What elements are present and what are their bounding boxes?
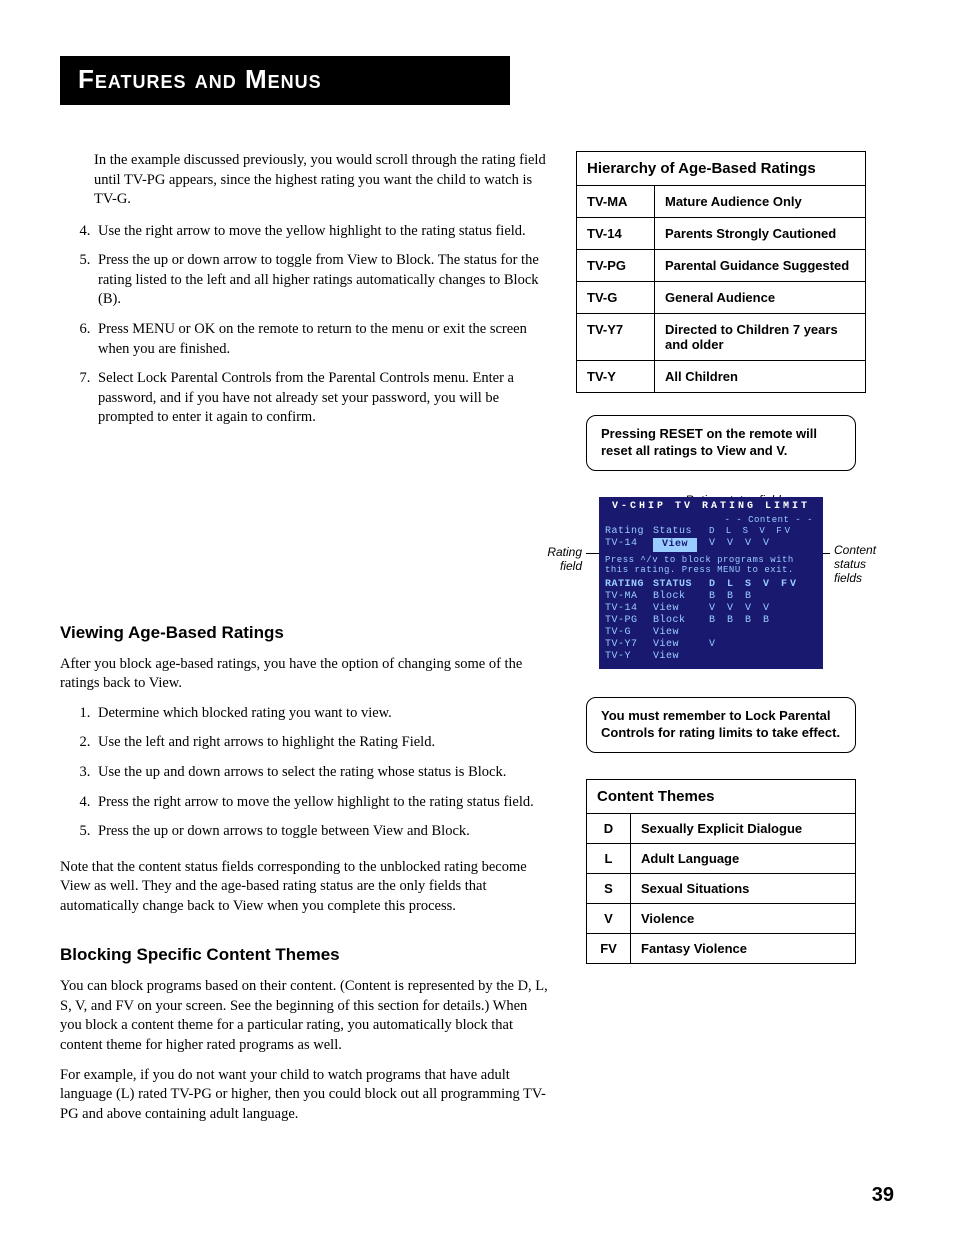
table-title: Content Themes: [587, 779, 856, 813]
vchip-row: TV-Y7View V: [605, 639, 817, 651]
page-number: 39: [872, 1184, 894, 1207]
step-item: Press the up or down arrow to toggle fro…: [94, 251, 550, 310]
vchip-selected-row: TV-14 View V V V V: [605, 538, 817, 552]
main-column: In the example discussed previously, you…: [60, 151, 550, 1134]
table-row: TV-GGeneral Audience: [577, 282, 866, 314]
note-reset: Pressing RESET on the remote will reset …: [586, 415, 856, 471]
step-item: Use the left and right arrows to highlig…: [94, 733, 550, 753]
step-item: Use the right arrow to move the yellow h…: [94, 222, 550, 242]
vchip-screen: V-CHIP TV RATING LIMIT - - Content - - R…: [599, 497, 823, 669]
label-content-fields: Content status fields: [834, 543, 890, 585]
table-row: TV-PGParental Guidance Suggested: [577, 250, 866, 282]
table-row: TV-14Parents Strongly Cautioned: [577, 218, 866, 250]
intro-text: In the example discussed previously, you…: [94, 151, 550, 210]
note-lock: You must remember to Lock Parental Contr…: [586, 697, 856, 753]
step-item: Determine which blocked rating you want …: [94, 704, 550, 724]
vchip-row: TV-14ViewV V V V: [605, 603, 817, 615]
paragraph: After you block age-based ratings, you h…: [60, 655, 550, 694]
table-row: TV-YAll Children: [577, 361, 866, 393]
vchip-row: TV-GView: [605, 627, 817, 639]
table-row: DSexually Explicit Dialogue: [587, 813, 856, 843]
vchip-row: TV-YView: [605, 651, 817, 663]
table-row: VViolence: [587, 903, 856, 933]
heading-viewing: Viewing Age-Based Ratings: [60, 622, 550, 645]
vchip-title: V-CHIP TV RATING LIMIT: [605, 501, 817, 513]
content-themes-table: Content Themes DSexually Explicit Dialog…: [586, 779, 856, 964]
table-row: SSexual Situations: [587, 873, 856, 903]
steps-list-b: Determine which blocked rating you want …: [60, 704, 550, 842]
paragraph: For example, if you do not want your chi…: [60, 1066, 550, 1125]
vchip-row: TV-MABlock B B B: [605, 591, 817, 603]
step-item: Press the right arrow to move the yellow…: [94, 793, 550, 813]
paragraph: Note that the content status fields corr…: [60, 858, 550, 917]
label-rating-field: Rating field: [538, 545, 582, 573]
table-row: TV-Y7Directed to Children 7 years and ol…: [577, 314, 866, 361]
table-row: FVFantasy Violence: [587, 933, 856, 963]
section-banner: Features and Menus: [60, 56, 510, 105]
table-title: Hierarchy of Age-Based Ratings: [577, 152, 866, 186]
vchip-diagram: Rating status field Rating field Content…: [546, 497, 876, 669]
table-row: LAdult Language: [587, 843, 856, 873]
table-row: TV-MAMature Audience Only: [577, 186, 866, 218]
steps-list-a: Use the right arrow to move the yellow h…: [60, 222, 550, 428]
heading-blocking: Blocking Specific Content Themes: [60, 944, 550, 967]
paragraph: You can block programs based on their co…: [60, 977, 550, 1055]
hierarchy-table: Hierarchy of Age-Based Ratings TV-MAMatu…: [576, 151, 866, 393]
step-item: Press MENU or OK on the remote to return…: [94, 320, 550, 359]
side-column: Hierarchy of Age-Based Ratings TV-MAMatu…: [576, 151, 894, 1134]
step-item: Press the up or down arrows to toggle be…: [94, 822, 550, 842]
vchip-row: TV-PGBlockB B B B: [605, 615, 817, 627]
step-item: Use the up and down arrows to select the…: [94, 763, 550, 783]
step-item: Select Lock Parental Controls from the P…: [94, 369, 550, 428]
